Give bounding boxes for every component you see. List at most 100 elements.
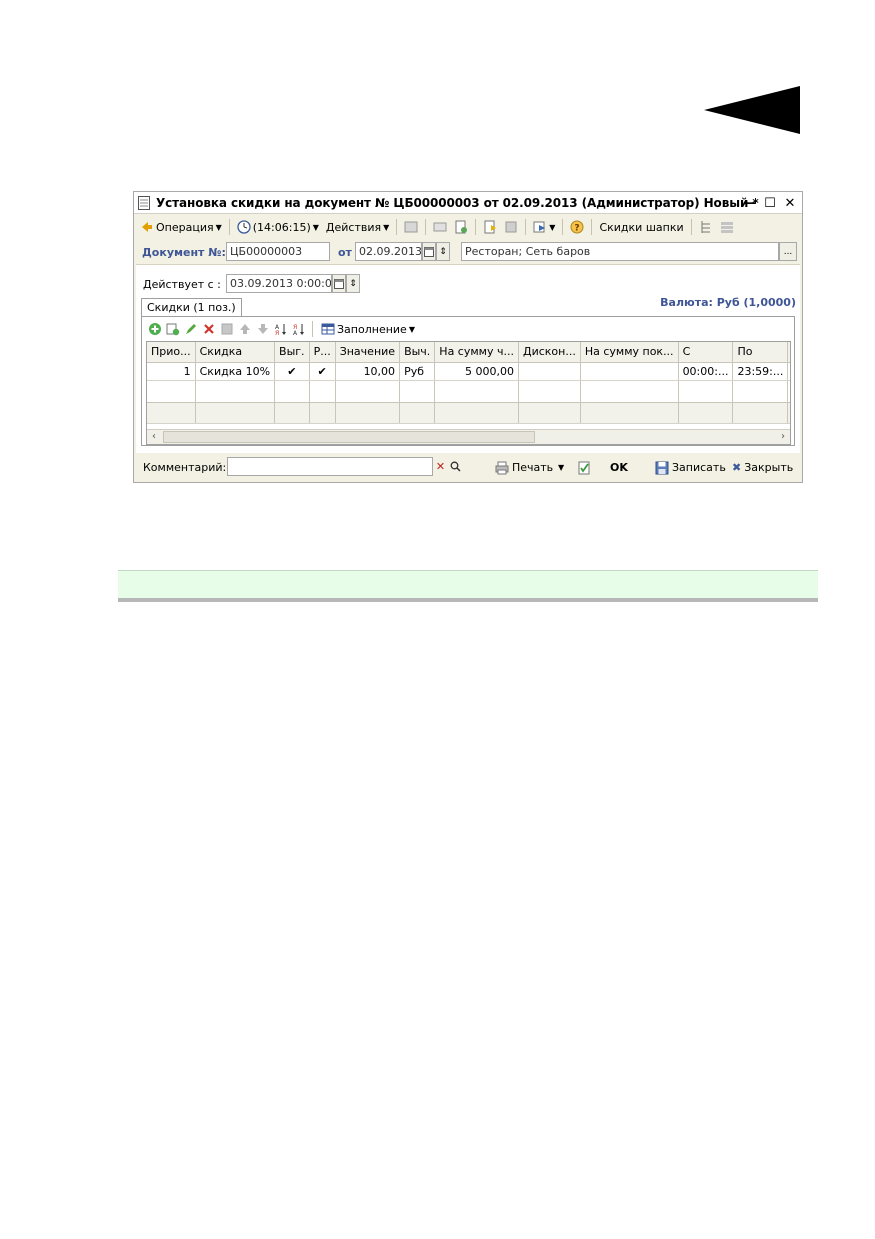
close-button[interactable]: ✖ Закрыть — [732, 458, 793, 477]
valid-from-field[interactable]: 03.09.2013 0:00:00 — [226, 274, 332, 293]
valid-from-stepper[interactable]: ⇕ — [346, 274, 360, 293]
close-icon: ✖ — [732, 461, 742, 474]
print-menu-button[interactable]: ▼ — [558, 458, 564, 477]
column-header[interactable]: Выч. — [399, 342, 436, 363]
save-button[interactable]: Записать — [655, 458, 726, 477]
sort-ascending-icon[interactable]: А Я — [274, 322, 288, 336]
green-bar-shadow — [118, 598, 818, 602]
help-icon: ? — [570, 220, 584, 234]
tree-view-button[interactable] — [697, 218, 715, 237]
comment-input[interactable] — [227, 457, 433, 476]
column-header[interactable]: Дискон... — [518, 342, 581, 363]
spin-icon: ⇕ — [349, 278, 357, 289]
date-stepper[interactable]: ⇕ — [436, 242, 450, 261]
structure-icon — [505, 221, 517, 233]
column-header[interactable]: Выг. — [274, 342, 310, 363]
operation-icon — [142, 222, 152, 232]
operation-button[interactable]: Операция ▼ — [138, 218, 224, 237]
close-window-button[interactable]: ✕ — [782, 195, 798, 211]
column-header[interactable]: На сумму пок... — [580, 342, 679, 363]
end-edit-icon[interactable] — [220, 322, 234, 336]
search-icon[interactable] — [448, 457, 463, 476]
go-to-button[interactable]: ▼ — [531, 218, 557, 237]
empty-row — [147, 380, 790, 402]
column-header[interactable]: П. — [787, 342, 790, 363]
column-header[interactable]: С — [678, 342, 734, 363]
toolbar-separator — [591, 219, 593, 235]
go-to-icon — [533, 221, 546, 233]
cell-vyg[interactable]: ✔ — [274, 362, 310, 381]
currency-label: Валюта: Руб (1,0000) — [660, 296, 796, 309]
column-header[interactable]: Скидка — [195, 342, 276, 363]
valid-from-label: Действует с : — [143, 278, 221, 291]
column-header[interactable]: Значение — [335, 342, 401, 363]
clock-icon — [237, 220, 251, 234]
cell-priority[interactable]: 1 — [147, 362, 196, 381]
cell-p[interactable]: ✔ — [787, 362, 790, 381]
cell-calc[interactable]: Руб — [399, 362, 436, 381]
print-button[interactable]: Печать — [495, 458, 553, 477]
sort-descending-icon[interactable]: Я А — [292, 322, 306, 336]
column-header[interactable]: На сумму ч... — [434, 342, 519, 363]
cell-value[interactable]: 10,00 — [335, 362, 401, 381]
post-document-icon — [404, 221, 418, 233]
scroll-right-icon[interactable]: › — [776, 430, 790, 444]
column-header[interactable]: По — [732, 342, 789, 363]
add-row-icon[interactable] — [148, 322, 162, 336]
cell-discount[interactable]: Скидка 10% — [195, 362, 276, 381]
scrollbar-thumb[interactable] — [163, 431, 535, 443]
table-footer-row — [147, 401, 790, 424]
window-title: Установка скидки на документ № ЦБ0000000… — [156, 195, 759, 210]
table-header-row: Прио... Скидка Выг. Р... Значение Выч. Н… — [147, 342, 790, 363]
structure-button[interactable] — [502, 218, 520, 237]
table-row[interactable]: 1 Скидка 10% ✔ ✔ 10,00 Руб 5 000,00 00:0… — [147, 362, 790, 381]
pointer-arrow-icon — [704, 86, 800, 134]
minimize-button[interactable]: — — [742, 195, 758, 211]
toolbar-separator — [562, 219, 564, 235]
calendar-button[interactable] — [422, 242, 436, 261]
delete-row-icon[interactable] — [202, 322, 216, 336]
post-button[interactable] — [402, 218, 420, 237]
floppy-disk-icon — [655, 461, 669, 474]
valid-from-calendar-button[interactable] — [332, 274, 346, 293]
list-view-button[interactable] — [718, 218, 736, 237]
fill-button[interactable]: Заполнение ▼ — [319, 320, 417, 339]
tab-discounts[interactable]: Скидки (1 поз.) — [141, 298, 242, 317]
export-button[interactable] — [481, 218, 499, 237]
column-header[interactable]: Прио... — [147, 342, 196, 363]
doc-date-field[interactable]: 02.09.2013 — [355, 242, 422, 261]
cell-discount-card[interactable] — [518, 362, 581, 381]
main-toolbar: Операция ▼ (14:06:15) ▼ Действия ▼ ▼ ? С… — [138, 217, 736, 237]
cell-to[interactable]: 23:59:... — [732, 362, 789, 381]
column-header[interactable]: Р... — [309, 342, 336, 363]
cell-on-purchase-sum[interactable] — [580, 362, 679, 381]
scroll-left-icon[interactable]: ‹ — [147, 430, 161, 444]
doc-number-field[interactable]: ЦБ00000003 — [226, 242, 330, 261]
edit-row-icon[interactable] — [184, 322, 198, 336]
cell-on-check-sum[interactable]: 5 000,00 — [434, 362, 519, 381]
organization-field[interactable]: Ресторан; Сеть баров — [461, 242, 779, 261]
calendar-icon — [334, 278, 344, 289]
clear-comment-icon[interactable]: ✕ — [433, 457, 448, 476]
doc-number-label: Документ №: — [142, 246, 226, 259]
cell-r[interactable]: ✔ — [309, 362, 336, 381]
movements-button[interactable] — [431, 218, 449, 237]
toolbar-separator — [525, 219, 527, 235]
move-down-icon[interactable] — [256, 322, 270, 336]
chevron-down-icon: ▼ — [408, 324, 415, 334]
actions-button[interactable]: Действия ▼ — [324, 218, 391, 237]
cell-from[interactable]: 00:00:... — [678, 362, 734, 381]
horizontal-scrollbar[interactable]: ‹ › — [147, 429, 790, 444]
time-button[interactable]: (14:06:15) ▼ — [235, 218, 321, 237]
copy-document-button[interactable] — [452, 218, 470, 237]
select-organization-button[interactable]: ... — [779, 242, 797, 261]
chevron-down-icon: ▼ — [312, 222, 319, 232]
ok-button[interactable]: OK — [610, 458, 628, 477]
help-button[interactable]: ? — [568, 218, 586, 237]
copy-row-icon[interactable] — [166, 322, 180, 336]
header-discounts-button[interactable]: Скидки шапки — [597, 218, 685, 237]
maximize-button[interactable]: ☐ — [762, 195, 778, 211]
move-up-icon[interactable] — [238, 322, 252, 336]
comment-label: Комментарий: — [143, 461, 227, 474]
post-and-close-button[interactable] — [577, 458, 591, 477]
